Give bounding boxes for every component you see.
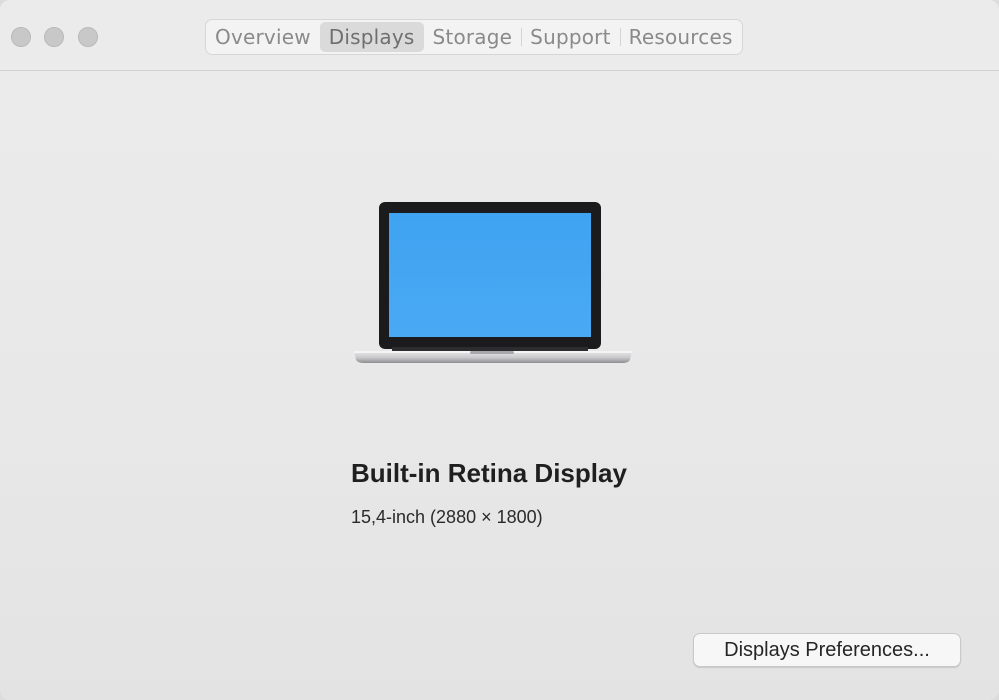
display-name: Built-in Retina Display	[351, 458, 627, 488]
tab-storage[interactable]: Storage	[424, 20, 522, 54]
zoom-window-button[interactable]	[78, 27, 98, 47]
about-this-mac-window: Overview Displays Storage Support Resour…	[0, 0, 999, 700]
display-spec: 15,4-inch (2880 × 1800)	[351, 507, 543, 527]
tab-bar: Overview Displays Storage Support Resour…	[205, 19, 743, 55]
minimize-window-button[interactable]	[44, 27, 64, 47]
title-bar: Overview Displays Storage Support Resour…	[0, 0, 999, 71]
tab-overview[interactable]: Overview	[206, 20, 320, 54]
displays-preferences-button[interactable]: Displays Preferences...	[693, 633, 961, 667]
tab-support[interactable]: Support	[521, 20, 619, 54]
tab-displays[interactable]: Displays	[319, 22, 424, 52]
tab-resources[interactable]: Resources	[619, 20, 742, 54]
laptop-screen	[389, 213, 591, 337]
laptop-display-icon	[354, 202, 632, 363]
close-window-button[interactable]	[11, 27, 31, 47]
